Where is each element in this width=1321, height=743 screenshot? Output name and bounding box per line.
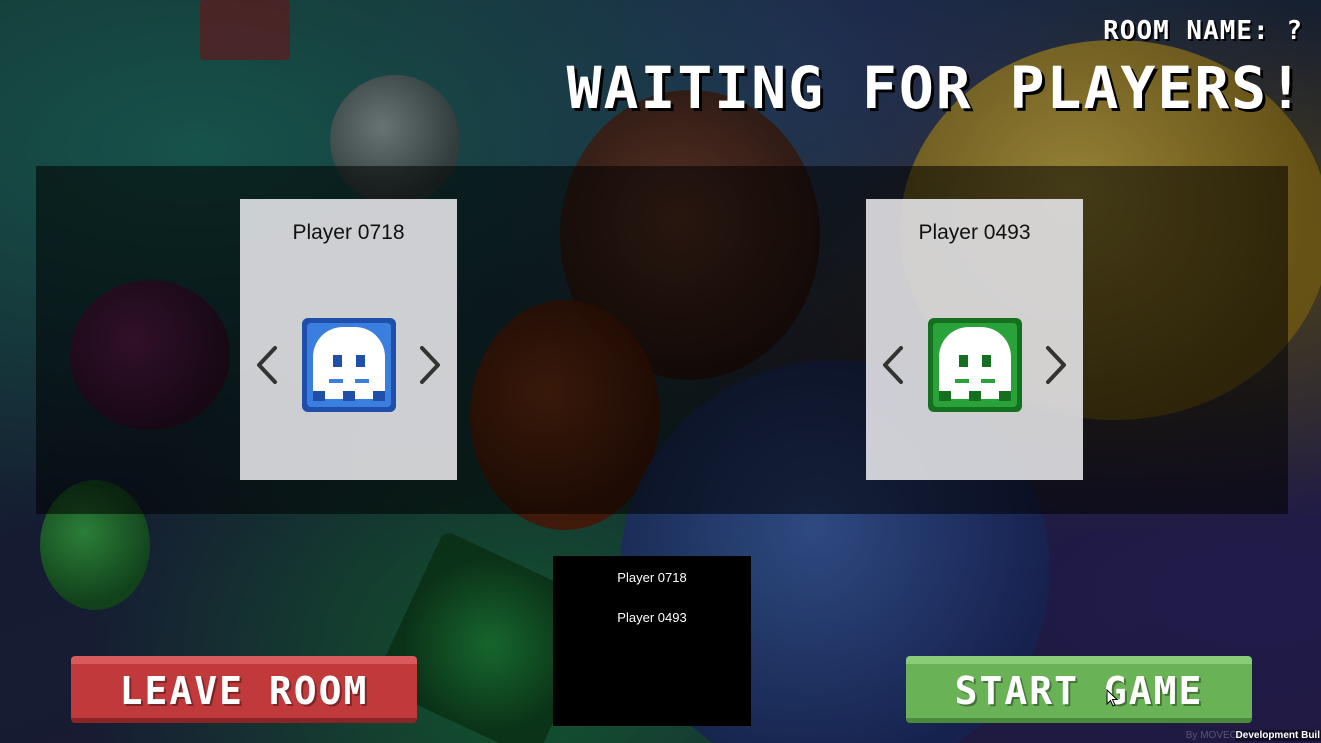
player-name: Player 0493 — [918, 221, 1031, 244]
prev-avatar-button[interactable] — [878, 342, 908, 388]
room-name-label: ROOM NAME: ? — [1103, 16, 1303, 46]
next-avatar-button[interactable] — [415, 342, 445, 388]
ghost-avatar-icon — [928, 318, 1022, 412]
chevron-right-icon — [420, 346, 440, 384]
next-avatar-button[interactable] — [1041, 342, 1071, 388]
prev-avatar-button[interactable] — [252, 342, 282, 388]
list-item: Player 0718 — [617, 570, 687, 585]
chevron-left-icon — [883, 346, 903, 384]
players-panel: Player 0718 Player 0493 — [36, 166, 1288, 514]
player-card: Player 0718 — [240, 199, 457, 480]
chevron-right-icon — [1046, 346, 1066, 384]
development-build-label: Development Buil — [1234, 730, 1321, 741]
player-list: Player 0718 Player 0493 — [553, 556, 751, 726]
mouse-cursor-icon — [1106, 689, 1118, 707]
list-item: Player 0493 — [617, 610, 687, 625]
start-game-button[interactable]: START GAME — [906, 656, 1252, 723]
leave-room-button[interactable]: LEAVE ROOM — [71, 656, 417, 723]
player-card: Player 0493 — [866, 199, 1083, 480]
ghost-avatar-icon — [302, 318, 396, 412]
waiting-title: WAITING FOR PLAYERS! — [566, 54, 1305, 122]
player-name: Player 0718 — [292, 221, 405, 244]
chevron-left-icon — [257, 346, 277, 384]
